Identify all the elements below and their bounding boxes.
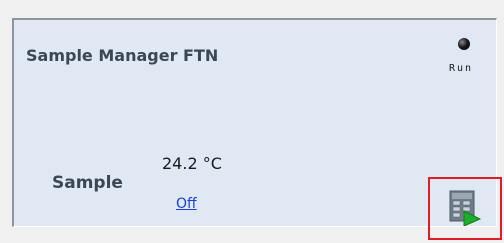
run-status-label: Run: [449, 63, 474, 74]
panel-title: Sample Manager FTN: [26, 46, 219, 65]
sample-temperature-off-link[interactable]: Off: [176, 196, 197, 212]
sample-label: Sample: [52, 173, 123, 193]
sample-manager-panel: Sample Manager FTN Run Sample 24.2 °C Of…: [12, 18, 502, 240]
sample-temperature-value: 24.2 °C: [162, 154, 222, 173]
action-icon-highlight: [428, 177, 502, 240]
run-status-indicator-icon: [458, 38, 470, 50]
sample-manager-start-icon[interactable]: [449, 190, 481, 226]
